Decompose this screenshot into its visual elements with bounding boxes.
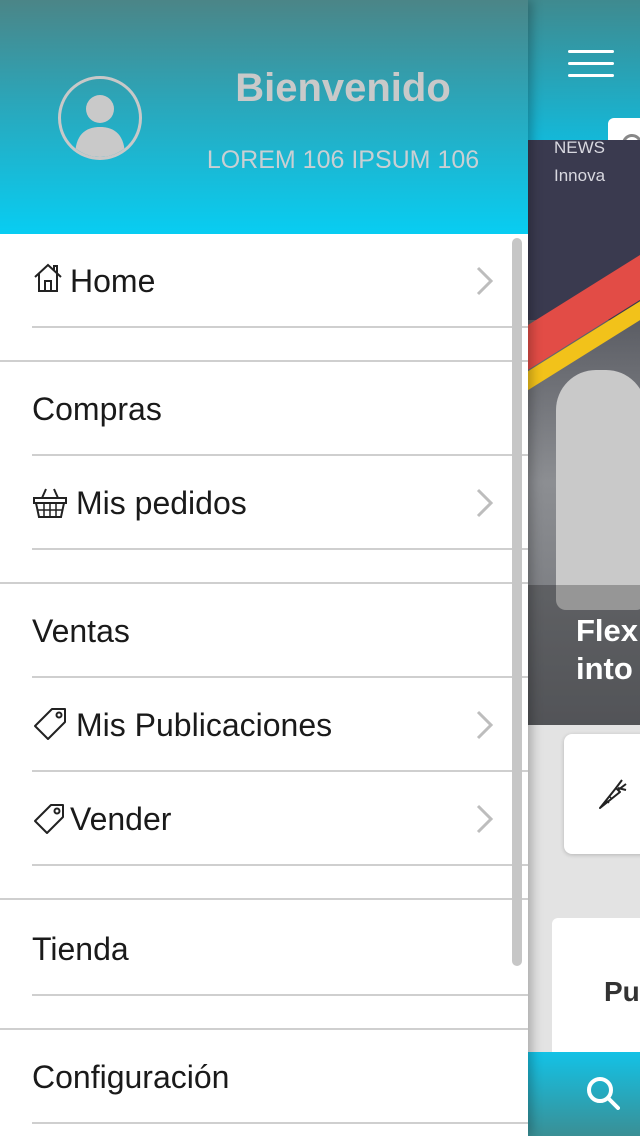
hero-news-label: NEWS Innova (554, 140, 606, 185)
drawer-scrollbar[interactable] (512, 238, 522, 966)
chevron-right-icon (476, 488, 494, 518)
section-header-ventas: Ventas (0, 584, 528, 678)
menu-item-configuracion[interactable]: Configuración (0, 1030, 528, 1124)
chevron-right-icon (476, 804, 494, 834)
section-header-label: Ventas (32, 613, 130, 649)
hero-title: Flexi into (576, 613, 640, 686)
section-header-compras: Compras (0, 362, 528, 456)
menu-item-tienda[interactable]: Tienda (0, 902, 528, 996)
chevron-right-icon (476, 710, 494, 740)
menu-item-label: Mis Publicaciones (76, 707, 333, 743)
tag-icon (34, 804, 64, 834)
category-card[interactable] (564, 734, 640, 854)
navigation-drawer: Bienvenido LOREM 106 IPSUM 106 Home Comp… (0, 0, 528, 1136)
menu-item-label: Tienda (32, 931, 129, 967)
menu-item-label: Configuración (32, 1059, 230, 1095)
carrot-icon (599, 779, 627, 809)
section-header-label: Compras (32, 391, 162, 427)
section-divider (0, 898, 528, 900)
avatar[interactable] (58, 76, 142, 160)
chevron-right-icon (476, 266, 494, 296)
menu-item-mis-pedidos[interactable]: Mis pedidos (0, 456, 528, 550)
user-subtitle: LOREM 106 IPSUM 106 (206, 146, 480, 174)
menu-item-label: Home (70, 263, 156, 299)
house-icon (34, 263, 62, 292)
bottom-bar (528, 1052, 640, 1136)
tag-icon (34, 708, 66, 740)
hero-banner[interactable]: NEWS Innova Flexi into (528, 140, 640, 725)
user-icon (75, 95, 125, 157)
welcome-title: Bienvenido (235, 66, 451, 110)
hero-figure (556, 370, 640, 610)
menu-item-label: Vender (70, 801, 172, 837)
menu-item-vender[interactable]: Vender (0, 772, 528, 866)
drawer-header: Bienvenido LOREM 106 IPSUM 106 (0, 0, 528, 234)
hamburger-menu-icon[interactable] (568, 50, 616, 80)
search-icon[interactable] (586, 1076, 620, 1110)
menu-item-label: Mis pedidos (76, 485, 247, 521)
menu-item-mis-publicaciones[interactable]: Mis Publicaciones (0, 678, 528, 772)
background-app: NEWS Innova Flexi into Pu (528, 0, 640, 1136)
product-card-title: Pu (604, 976, 640, 1007)
basket-icon (33, 488, 67, 518)
menu-item-home[interactable]: Home (0, 234, 528, 328)
